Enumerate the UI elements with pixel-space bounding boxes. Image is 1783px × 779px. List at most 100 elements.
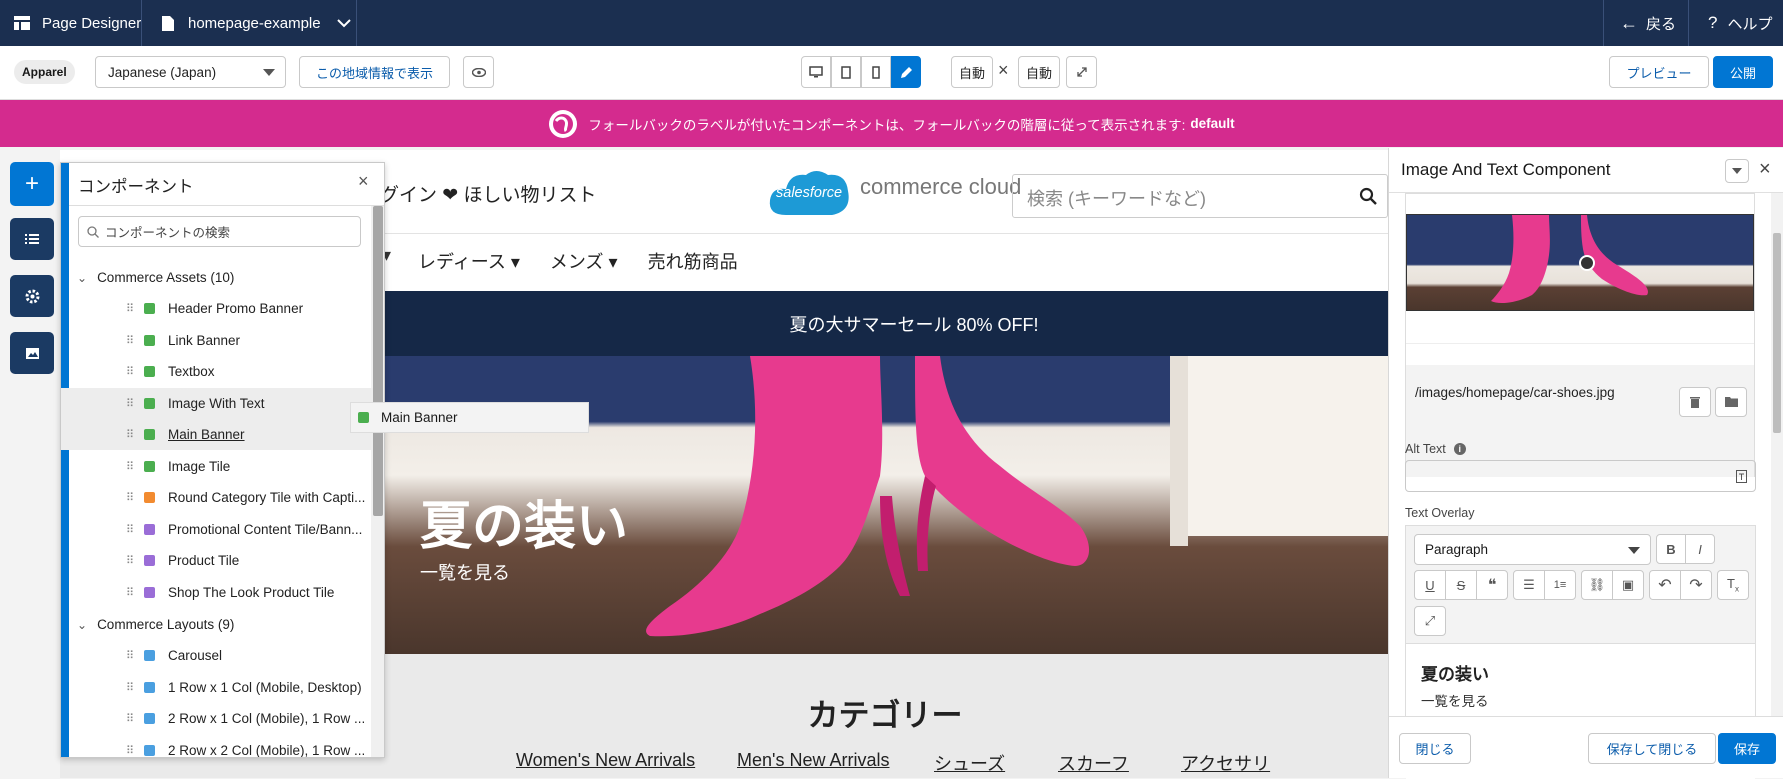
chevron-down-icon: ⌄: [77, 617, 88, 632]
show-locale-button[interactable]: この地域情報で表示: [299, 56, 450, 88]
add-component-button[interactable]: +: [10, 162, 54, 206]
component-item[interactable]: ⠿ Image Tile: [61, 451, 373, 482]
height-input[interactable]: 自動: [1018, 56, 1060, 88]
redo-button[interactable]: ↷: [1680, 570, 1712, 600]
category-link-scarves[interactable]: スカーフ: [1058, 750, 1129, 776]
media-button[interactable]: [10, 332, 54, 374]
underline-button[interactable]: U: [1414, 570, 1446, 600]
drag-handle-icon[interactable]: ⠿: [126, 744, 136, 757]
quote-button[interactable]: ❝: [1476, 570, 1508, 600]
drag-handle-icon[interactable]: ⠿: [126, 460, 136, 473]
component-icon: [144, 366, 155, 377]
hero-link[interactable]: 一覧を見る: [420, 559, 510, 585]
drag-handle-icon[interactable]: ⠿: [126, 365, 136, 378]
page-selector[interactable]: homepage-example: [162, 0, 351, 46]
drag-handle-icon[interactable]: ⠿: [126, 334, 136, 347]
category-link-womens[interactable]: Women's New Arrivals: [516, 750, 695, 771]
component-item[interactable]: ⠿ Main Banner: [61, 419, 373, 450]
drag-handle-icon[interactable]: ⠿: [126, 681, 136, 694]
category-link-accessories[interactable]: アクセサリ: [1181, 750, 1270, 776]
scrollbar-thumb[interactable]: [373, 206, 383, 516]
link-button[interactable]: ⛓: [1581, 570, 1613, 600]
drag-handle-icon[interactable]: ⠿: [126, 491, 136, 504]
properties-scrollbar[interactable]: [1771, 193, 1783, 718]
locale-select[interactable]: Japanese (Japan): [95, 56, 286, 88]
expand-editor-button[interactable]: ⤢: [1414, 606, 1446, 636]
site-search-input[interactable]: 検索 (キーワードなど): [1012, 174, 1388, 218]
component-group[interactable]: ⌄ Commerce Layouts (9): [61, 609, 373, 640]
component-group[interactable]: ⌄ Commerce Assets (10): [61, 262, 373, 293]
bullet-list-button[interactable]: ☰: [1513, 570, 1545, 600]
component-item[interactable]: ⠿ Textbox: [61, 356, 373, 387]
undo-button[interactable]: ↶: [1649, 570, 1681, 600]
info-icon[interactable]: i: [1453, 443, 1466, 455]
component-item[interactable]: ⠿ Promotional Content Tile/Bann...: [61, 514, 373, 545]
salesforce-logo[interactable]: salesforce: [766, 165, 852, 225]
help-button[interactable]: ? ヘルプ: [1708, 0, 1772, 46]
nav-item-mens[interactable]: メンズ ▾: [550, 248, 618, 274]
paragraph-select[interactable]: Paragraph: [1414, 534, 1651, 565]
nav-item-bestsellers[interactable]: 売れ筋商品: [648, 248, 738, 274]
drag-handle-icon[interactable]: ⠿: [126, 428, 136, 441]
drag-handle-icon[interactable]: ⠿: [126, 554, 136, 567]
publish-button[interactable]: 公開: [1713, 56, 1773, 88]
desktop-view-button[interactable]: [801, 56, 831, 88]
component-item[interactable]: ⠿ Round Category Tile with Capti...: [61, 482, 373, 513]
preview-button[interactable]: プレビュー: [1609, 56, 1709, 88]
component-item[interactable]: ⠿ Product Tile: [61, 545, 373, 576]
panel-menu-button[interactable]: [1725, 159, 1749, 183]
browse-image-button[interactable]: [1715, 387, 1747, 417]
alt-text-input[interactable]: [1405, 460, 1756, 492]
panel-scrollbar[interactable]: [371, 206, 384, 757]
visibility-button[interactable]: [463, 56, 494, 88]
save-button[interactable]: 保存: [1718, 733, 1776, 764]
structure-button[interactable]: [10, 218, 54, 260]
save-and-close-button[interactable]: 保存して閉じる: [1588, 733, 1716, 764]
component-item[interactable]: ⠿ Image With Text: [61, 387, 373, 419]
image-preview[interactable]: [1406, 214, 1754, 311]
back-button[interactable]: ← 戻る: [1620, 0, 1676, 46]
category-link-shoes[interactable]: シューズ: [934, 750, 1005, 776]
strikethrough-button[interactable]: S: [1445, 570, 1477, 600]
component-item[interactable]: ⠿ 2 Row x 1 Col (Mobile), 1 Row ...: [61, 703, 373, 734]
drag-handle-icon[interactable]: ⠿: [126, 649, 136, 662]
drag-handle-icon[interactable]: ⠿: [126, 302, 136, 315]
swap-dimensions-button[interactable]: [1066, 56, 1097, 88]
mobile-view-button[interactable]: [861, 56, 891, 88]
app-title[interactable]: Page Designer: [14, 0, 141, 46]
close-button[interactable]: 閉じる: [1399, 733, 1471, 764]
search-icon[interactable]: [1359, 187, 1377, 205]
fallback-value: default: [1190, 116, 1235, 131]
component-item[interactable]: ⠿ Link Banner: [61, 325, 373, 356]
drag-handle-icon[interactable]: ⠿: [126, 523, 136, 536]
component-item[interactable]: ⠿ 2 Row x 2 Col (Mobile), 1 Row ...: [61, 735, 373, 758]
localize-icon[interactable]: [1736, 470, 1747, 483]
numbered-list-button[interactable]: 1≡: [1544, 570, 1576, 600]
focal-point-handle[interactable]: [1579, 255, 1595, 271]
logo-text: commerce cloud: [860, 174, 1020, 199]
drag-handle-icon[interactable]: ⠿: [126, 586, 136, 599]
component-item[interactable]: ⠿ 1 Row x 1 Col (Mobile, Desktop): [61, 672, 373, 703]
scrollbar-thumb[interactable]: [1773, 233, 1781, 433]
close-icon[interactable]: ×: [1759, 158, 1771, 181]
tablet-view-button[interactable]: [831, 56, 861, 88]
component-item[interactable]: ⠿ Carousel: [61, 640, 373, 671]
custom-view-button[interactable]: [891, 56, 921, 88]
drag-handle-icon[interactable]: ⠿: [126, 397, 136, 410]
bold-button[interactable]: B: [1656, 534, 1686, 564]
header-links[interactable]: グイン ❤ ほしい物リスト: [380, 180, 596, 207]
component-item[interactable]: ⠿ Shop The Look Product Tile: [61, 577, 373, 608]
delete-image-button[interactable]: [1679, 387, 1711, 417]
drag-handle-icon[interactable]: ⠿: [126, 712, 136, 725]
settings-button[interactable]: [10, 275, 54, 317]
clear-format-button[interactable]: Tx: [1717, 570, 1749, 600]
drag-ghost[interactable]: Main Banner: [350, 402, 589, 433]
folder-icon: [1724, 397, 1738, 407]
component-item[interactable]: ⠿ Header Promo Banner: [61, 293, 373, 324]
nav-item-ladies[interactable]: レディース ▾: [418, 248, 520, 274]
editor-heading: 夏の装い: [1421, 665, 1489, 684]
width-input[interactable]: 自動: [951, 56, 993, 88]
category-link-mens[interactable]: Men's New Arrivals: [737, 750, 889, 771]
insert-image-button[interactable]: ▣: [1612, 570, 1644, 600]
italic-button[interactable]: I: [1685, 534, 1715, 564]
